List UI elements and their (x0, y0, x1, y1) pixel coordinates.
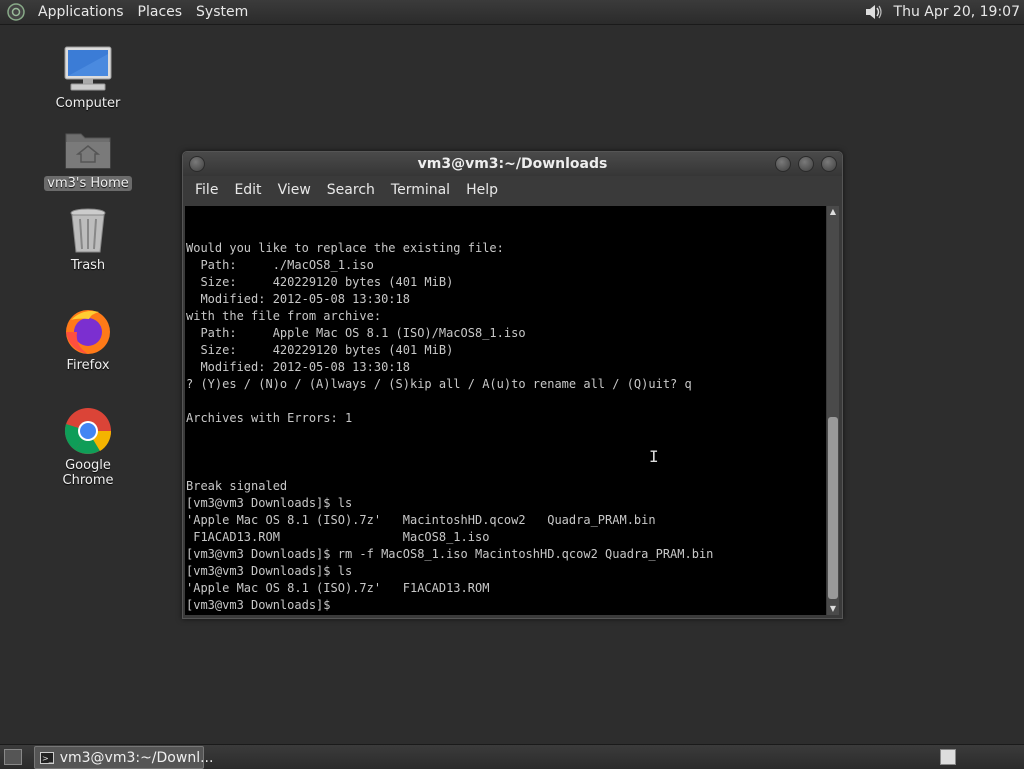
scroll-down-arrow-icon[interactable]: ▼ (827, 603, 839, 615)
menu-file[interactable]: File (187, 182, 226, 198)
trash-icon (70, 208, 106, 253)
show-desktop-icon[interactable] (4, 749, 22, 765)
scroll-up-arrow-icon[interactable]: ▲ (827, 206, 839, 218)
bottom-panel: >_ vm3@vm3:~/Downl... (0, 744, 1024, 769)
desktop-icon-computer[interactable]: Computer (38, 44, 138, 111)
terminal-line: 'Apple Mac OS 8.1 (ISO).7z' F1ACAD13.ROM (186, 581, 490, 595)
maximize-button[interactable] (798, 156, 814, 172)
terminal-line: ? (Y)es / (N)o / (A)lways / (S)kip all /… (186, 377, 692, 391)
clock[interactable]: Thu Apr 20, 19:07 (894, 4, 1020, 20)
chrome-icon (64, 408, 112, 454)
terminal-line: 'Apple Mac OS 8.1 (ISO).7z' MacintoshHD.… (186, 513, 656, 527)
terminal-line: [vm3@vm3 Downloads]$ (186, 598, 338, 612)
home-folder-icon (65, 133, 111, 169)
window-title: vm3@vm3:~/Downloads (417, 156, 608, 172)
top-panel: Applications Places System Thu Apr 20, 1… (0, 0, 1024, 25)
terminal-line: F1ACAD13.ROM MacOS8_1.iso (186, 530, 490, 544)
menu-search[interactable]: Search (319, 182, 383, 198)
menu-edit[interactable]: Edit (226, 182, 269, 198)
desktop-icon-label: Trash (70, 258, 106, 273)
terminal-line: Path: ./MacOS8_1.iso (186, 258, 374, 272)
system-menu[interactable]: System (189, 0, 255, 24)
window-titlebar[interactable]: vm3@vm3:~/Downloads (183, 152, 842, 176)
taskbar-terminal-button[interactable]: >_ vm3@vm3:~/Downl... (34, 746, 213, 769)
mouse-ibeam-cursor-icon: I (649, 447, 659, 466)
firefox-icon (66, 310, 110, 354)
desktop-icon-chrome[interactable]: Google Chrome (38, 406, 138, 488)
desktop-icon-firefox[interactable]: Firefox (38, 306, 138, 373)
scroll-thumb[interactable] (828, 417, 838, 599)
terminal-line: Break signaled (186, 479, 288, 493)
desktop-icon-label: Google Chrome (62, 458, 114, 488)
terminal-line: Modified: 2012-05-08 13:30:18 (186, 360, 410, 374)
distro-logo-icon[interactable] (7, 3, 25, 21)
terminal-line: Would you like to replace the existing f… (186, 241, 504, 255)
desktop-icon-trash[interactable]: Trash (38, 206, 138, 273)
taskbar-terminal-label: vm3@vm3:~/Downl... (59, 749, 214, 766)
terminal-line: with the file from archive: (186, 309, 382, 323)
terminal-line: Size: 420229120 bytes (401 MiB) (186, 275, 454, 289)
terminal-scrollbar[interactable]: ▲ ▼ (827, 206, 839, 615)
terminal-line: [vm3@vm3 Downloads]$ ls (186, 496, 353, 510)
desktop-icon-home[interactable]: vm3's Home (38, 124, 138, 191)
terminal-line: Archives with Errors: 1 (186, 411, 353, 425)
terminal-text: Would you like to replace the existing f… (185, 206, 826, 614)
terminal-line: Size: 420229120 bytes (401 MiB) (186, 343, 454, 357)
desktop-icon-label: vm3's Home (44, 176, 132, 191)
menu-terminal[interactable]: Terminal (383, 182, 458, 198)
terminal-menubar: File Edit View Search Terminal Help (183, 176, 842, 204)
computer-icon (64, 46, 112, 91)
terminal-output[interactable]: Would you like to replace the existing f… (185, 206, 826, 615)
menu-view[interactable]: View (270, 182, 319, 198)
applications-menu[interactable]: Applications (31, 0, 131, 24)
desktop-icon-label: Computer (55, 96, 121, 111)
places-menu[interactable]: Places (131, 0, 190, 24)
terminal-line: [vm3@vm3 Downloads]$ ls (186, 564, 353, 578)
close-button[interactable] (821, 156, 837, 172)
desktop-icon-label: Firefox (66, 358, 110, 373)
terminal-icon: >_ (40, 751, 54, 764)
terminal-line: Path: Apple Mac OS 8.1 (ISO)/MacOS8_1.is… (186, 326, 526, 340)
panel-tray: Thu Apr 20, 19:07 (862, 0, 1020, 24)
menu-help[interactable]: Help (458, 182, 506, 198)
terminal-line: Modified: 2012-05-08 13:30:18 (186, 292, 410, 306)
workspace-switcher[interactable] (940, 749, 956, 765)
terminal-line: [vm3@vm3 Downloads]$ rm -f MacOS8_1.iso … (186, 547, 714, 561)
minimize-button[interactable] (775, 156, 791, 172)
speaker-icon[interactable] (862, 1, 884, 23)
terminal-window[interactable]: vm3@vm3:~/Downloads File Edit View Searc… (182, 151, 843, 619)
